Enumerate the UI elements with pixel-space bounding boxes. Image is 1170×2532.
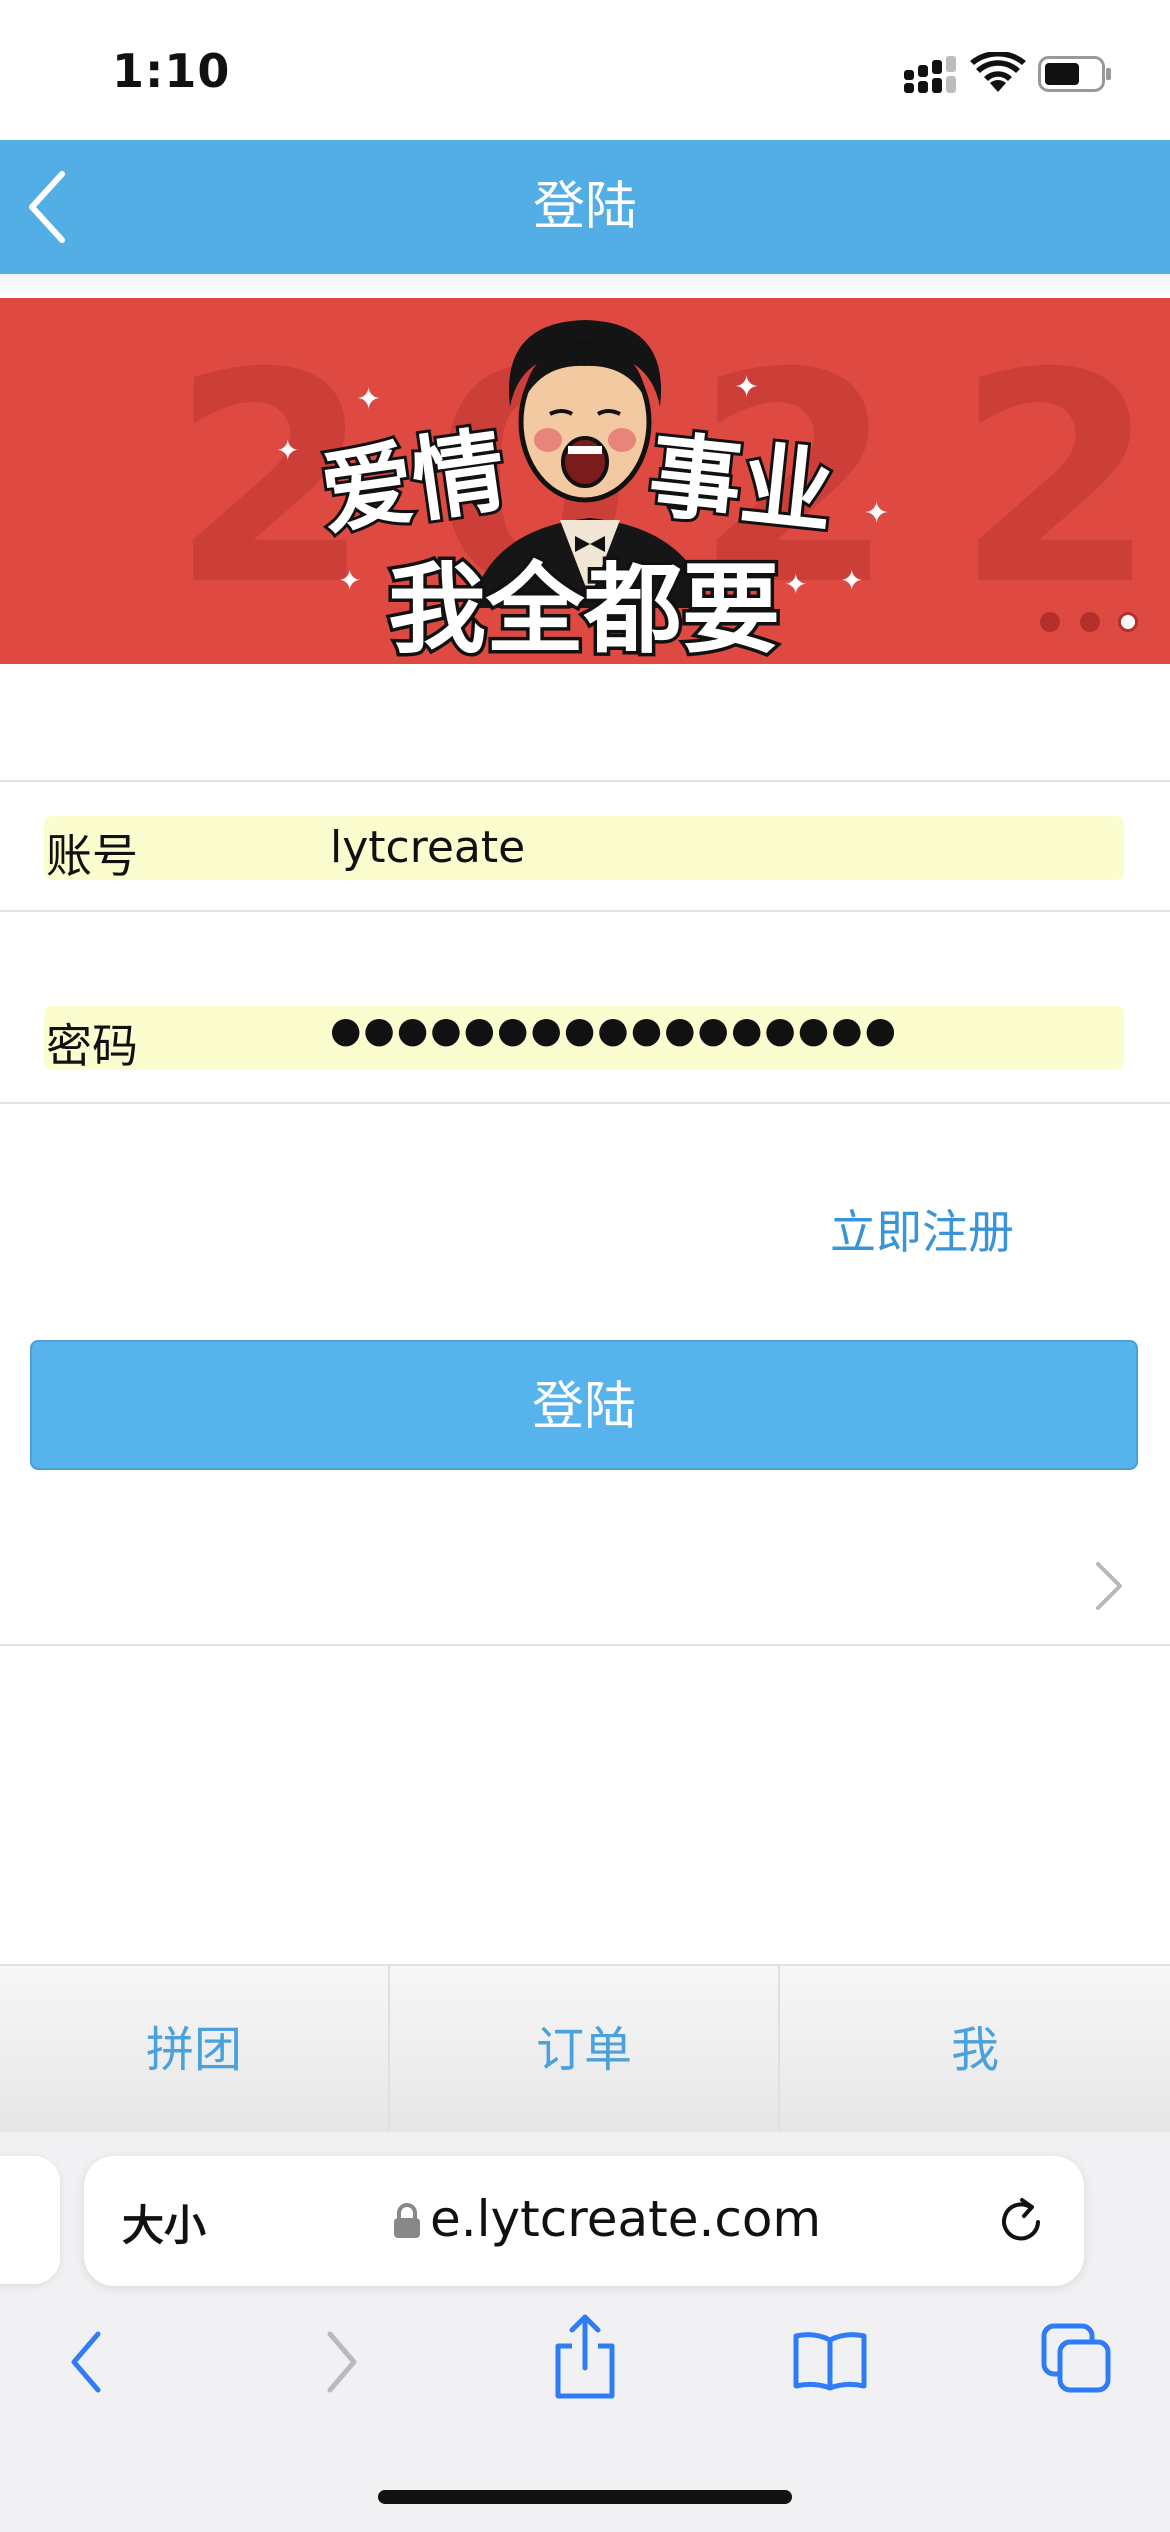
account-input[interactable]: lytcreate bbox=[330, 822, 525, 873]
divider bbox=[0, 910, 1170, 912]
carousel-dot-2[interactable] bbox=[1080, 612, 1100, 632]
tab-me[interactable]: 我 bbox=[780, 1966, 1170, 2134]
banner-text-want-all: 我全都要 bbox=[384, 550, 783, 665]
carousel-dot-1[interactable] bbox=[1040, 612, 1060, 632]
sparkle-icon: ✦ bbox=[864, 496, 890, 531]
sparkle-icon: ✦ bbox=[338, 564, 362, 597]
tabs-icon[interactable] bbox=[1040, 2322, 1116, 2398]
nav-bar: 登陆 bbox=[0, 140, 1170, 274]
account-field[interactable] bbox=[44, 816, 1124, 880]
page-title: 登陆 bbox=[532, 177, 637, 237]
chevron-right-icon[interactable] bbox=[1088, 1556, 1128, 1616]
browser-toolbar: 大小 e.lytcreate.com bbox=[0, 2132, 1170, 2532]
status-bar: 1:10 bbox=[0, 0, 1170, 140]
nav-divider bbox=[0, 274, 1170, 298]
register-link[interactable]: 立即注册 bbox=[830, 1196, 1014, 1262]
account-label: 账号 bbox=[46, 829, 138, 883]
password-input[interactable]: ●●●●●●●●●●●●●●●●● bbox=[330, 1010, 898, 1051]
password-label: 密码 bbox=[46, 1019, 138, 1073]
tab-group-buy[interactable]: 拼团 bbox=[0, 1966, 388, 2134]
url-text: e.lytcreate.com bbox=[430, 2190, 822, 2248]
status-time: 1:10 bbox=[112, 44, 231, 98]
lock-icon bbox=[394, 2203, 420, 2238]
forward-icon[interactable] bbox=[312, 2324, 368, 2400]
sparkle-icon: ✦ bbox=[784, 568, 808, 601]
sparkle-icon: ✦ bbox=[734, 370, 760, 405]
reload-icon[interactable] bbox=[994, 2194, 1050, 2250]
battery-icon bbox=[1038, 56, 1111, 92]
back-icon[interactable] bbox=[60, 2324, 116, 2400]
bookmarks-icon[interactable] bbox=[790, 2328, 870, 2392]
promo-banner[interactable]: 2022 爱情 事业 我全都要 ✦ ✦ ✦ ✦ ✦ ✦ ✦ bbox=[0, 298, 1170, 664]
wifi-icon bbox=[970, 52, 1026, 92]
address-bar[interactable]: 大小 e.lytcreate.com bbox=[84, 2156, 1084, 2286]
sparkle-icon: ✦ bbox=[276, 434, 300, 467]
text-size-button[interactable]: 大小 bbox=[122, 2192, 206, 2253]
tab-bar: 拼团 订单 我 bbox=[0, 1964, 1170, 2134]
sparkle-icon: ✦ bbox=[356, 382, 382, 417]
tab-orders[interactable]: 订单 bbox=[390, 1966, 778, 2134]
share-icon[interactable] bbox=[550, 2312, 620, 2402]
login-button[interactable]: 登陆 bbox=[30, 1340, 1138, 1470]
home-indicator bbox=[378, 2490, 792, 2504]
divider bbox=[0, 1102, 1170, 1104]
carousel-dot-3-active[interactable] bbox=[1118, 612, 1138, 632]
signal-icon bbox=[904, 56, 956, 93]
previous-tab-preview[interactable] bbox=[0, 2156, 60, 2284]
divider bbox=[0, 1644, 1170, 1646]
sparkle-icon: ✦ bbox=[840, 564, 864, 597]
divider bbox=[0, 780, 1170, 782]
